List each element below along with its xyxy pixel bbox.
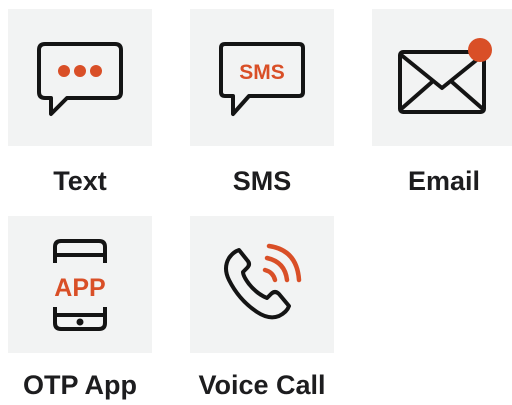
option-sms[interactable]: SMS [190,9,334,146]
option-email[interactable] [372,9,512,146]
sms-bubble-icon: SMS [217,38,307,118]
option-label-email: Email [407,166,481,196]
option-otp-app[interactable]: APP [8,216,152,353]
phone-app-icon: APP [45,237,115,333]
phone-ringing-icon [217,240,307,330]
sms-icon-text: SMS [239,61,285,84]
app-icon-text: APP [54,274,105,302]
option-text[interactable] [8,9,152,146]
option-label-sms: SMS [232,166,292,196]
envelope-notification-icon [394,37,494,118]
option-voice-call[interactable] [190,216,334,353]
option-label-text: Text [53,166,107,196]
option-label-voice-call: Voice Call [198,370,326,400]
option-label-otp-app: OTP App [23,370,137,400]
chat-bubble-dots-icon [35,38,125,118]
